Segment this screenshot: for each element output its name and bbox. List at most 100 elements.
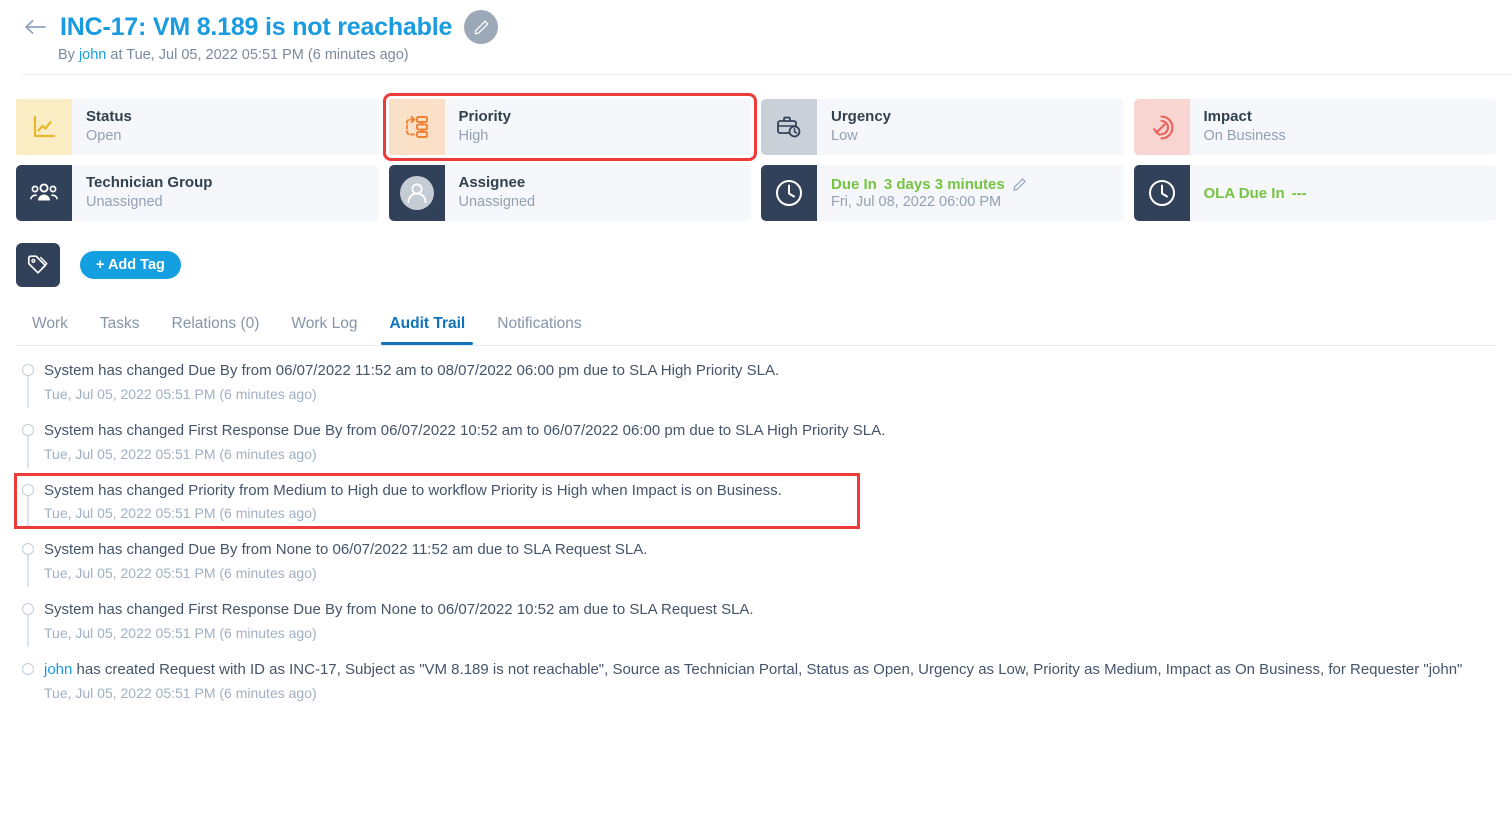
audit-entry-body: john has created Request with ID as INC-… [44, 659, 1496, 701]
card-priority-label: Priority [458, 108, 512, 126]
ola-due-in-value: --- [1291, 184, 1307, 202]
card-urgency[interactable]: Urgency Low [761, 99, 1124, 155]
audit-entry-body: System has changed First Response Due By… [44, 599, 1496, 641]
timeline-bullet-icon [22, 662, 34, 675]
audit-entry-user-link[interactable]: john [44, 661, 72, 678]
tab-work[interactable]: Work [16, 309, 84, 345]
tab-notifications[interactable]: Notifications [481, 309, 597, 345]
briefcase-clock-icon [761, 99, 817, 155]
card-priority-value: High [458, 127, 489, 144]
tab-relations[interactable]: Relations (0) [156, 309, 276, 345]
title-row: INC-17: VM 8.189 is not reachable [22, 10, 1512, 44]
arrow-left-icon[interactable] [22, 14, 48, 40]
audit-bullet-col [16, 480, 44, 528]
card-impact-value: On Business [1203, 127, 1286, 144]
audit-entry: john has created Request with ID as INC-… [16, 659, 1496, 701]
audit-bullet-col [16, 659, 44, 701]
property-card-row-1: Status Open Priority High Urgency Low Im… [16, 93, 1496, 161]
page-header: INC-17: VM 8.189 is not reachable By joh… [0, 0, 1512, 85]
card-priority[interactable]: Priority High [382, 93, 757, 161]
due-in-edit-pencil-icon[interactable] [1012, 177, 1027, 192]
card-priority-body: Priority High [445, 99, 512, 155]
meta-prefix: By [58, 47, 79, 63]
card-ola-due-in-body: OLA Due In --- [1190, 165, 1307, 221]
card-technician-group-label: Technician Group [86, 174, 213, 192]
card-assignee[interactable]: Assignee Unassigned [388, 165, 751, 221]
audit-entry-time: Tue, Jul 05, 2022 05:51 PM (6 minutes ag… [44, 624, 317, 641]
audit-entry-text: has created Request with ID as INC-17, S… [72, 660, 1463, 678]
page-title[interactable]: INC-17: VM 8.189 is not reachable [60, 13, 452, 42]
timeline-connector [27, 491, 29, 528]
add-tag-button[interactable]: + Add Tag [80, 251, 181, 279]
ola-due-in-line: OLA Due In --- [1204, 185, 1307, 202]
card-status-label: Status [86, 108, 132, 126]
due-in-label: Due In [831, 176, 877, 193]
timeline-bullet-icon [22, 364, 34, 376]
audit-entry-text: System has changed First Response Due By… [44, 421, 886, 439]
due-in-value: 3 days 3 minutes [883, 176, 1005, 193]
tab-tasks[interactable]: Tasks [84, 309, 156, 345]
clock-icon [761, 165, 817, 221]
card-ola-due-in[interactable]: OLA Due In --- [1133, 165, 1496, 221]
audit-entry-time: Tue, Jul 05, 2022 05:51 PM (6 minutes ag… [44, 385, 317, 402]
card-status-body: Status Open [72, 99, 132, 155]
card-impact-label: Impact [1203, 108, 1252, 126]
timeline-connector [27, 431, 29, 468]
due-in-line: Due In 3 days 3 minutes [831, 176, 1027, 193]
timeline-bullet-icon [22, 603, 34, 615]
audit-entry-text: System has changed Due By from 06/07/202… [44, 362, 780, 379]
card-technician-group-body: Technician Group Unassigned [72, 165, 212, 221]
users-group-icon [16, 165, 72, 221]
tab-work-log[interactable]: Work Log [275, 309, 373, 345]
ola-due-in-label: OLA Due In [1203, 184, 1285, 202]
timeline-bullet-icon [22, 423, 34, 436]
card-due-in-body: Due In 3 days 3 minutes Fri, Jul 08, 202… [817, 165, 1027, 221]
timeline-connector [27, 611, 29, 647]
property-card-row-2: Technician Group Unassigned Assignee Una… [16, 165, 1496, 221]
card-impact-body: Impact On Business [1190, 99, 1286, 155]
property-cards: Status Open Priority High Urgency Low Im… [0, 85, 1512, 221]
audit-entry-body: System has changed Due By from None to 0… [44, 539, 1496, 581]
audit-entry-body: System has changed Priority from Medium … [44, 480, 1496, 522]
card-technician-group[interactable]: Technician Group Unassigned [16, 165, 379, 221]
audit-entry: System has changed First Response Due By… [16, 420, 1496, 480]
clock-icon [1133, 165, 1190, 221]
audit-entry: System has changed Due By from None to 0… [16, 539, 1496, 599]
audit-entry-time: Tue, Jul 05, 2022 05:51 PM (6 minutes ag… [44, 445, 317, 462]
audit-trail-list: System has changed Due By from 06/07/202… [0, 346, 1512, 701]
audit-entry: System has changed Due By from 06/07/202… [16, 360, 1496, 420]
ticket-meta: By john at Tue, Jul 05, 2022 05:51 PM (6… [58, 47, 1512, 63]
workflow-icon [388, 99, 445, 155]
card-status[interactable]: Status Open [16, 99, 379, 155]
audit-entry-text: System has changed Priority from Medium … [44, 481, 782, 499]
card-urgency-body: Urgency Low [817, 99, 891, 155]
card-assignee-label: Assignee [458, 174, 526, 192]
audit-entry-body: System has changed First Response Due By… [44, 420, 1496, 462]
header-divider [22, 74, 1512, 75]
tab-audit-trail[interactable]: Audit Trail [373, 309, 481, 345]
card-due-in[interactable]: Due In 3 days 3 minutes Fri, Jul 08, 202… [761, 165, 1124, 221]
tags-icon [16, 243, 60, 287]
due-in-date: Fri, Jul 08, 2022 06:00 PM [831, 194, 1002, 210]
target-arrow-icon [1133, 99, 1190, 155]
tag-row: + Add Tag [0, 231, 1512, 287]
audit-entry-text: System has changed First Response Due By… [44, 601, 754, 618]
audit-entry-text: System has changed Due By from None to 0… [44, 541, 648, 559]
audit-bullet-col [16, 420, 44, 468]
card-urgency-value: Low [831, 127, 858, 144]
incident-detail-page: INC-17: VM 8.189 is not reachable By joh… [0, 0, 1512, 817]
card-assignee-body: Assignee Unassigned [445, 165, 536, 221]
card-status-value: Open [86, 127, 122, 144]
card-impact[interactable]: Impact On Business [1133, 99, 1496, 155]
card-assignee-value: Unassigned [458, 193, 536, 210]
audit-entry-highlighted: System has changed Priority from Medium … [14, 472, 1496, 540]
audit-entry-time: Tue, Jul 05, 2022 05:51 PM (6 minutes ag… [44, 505, 317, 522]
card-urgency-label: Urgency [831, 108, 892, 126]
audit-bullet-col [16, 539, 44, 587]
tab-bar: Work Tasks Relations (0) Work Log Audit … [0, 287, 1512, 345]
audit-entry-time: Tue, Jul 05, 2022 05:51 PM (6 minutes ag… [44, 565, 317, 581]
edit-title-button[interactable] [464, 10, 499, 44]
meta-user-link[interactable]: john [79, 47, 106, 63]
audit-entry-body: System has changed Due By from 06/07/202… [44, 360, 1496, 402]
meta-suffix: at Tue, Jul 05, 2022 05:51 PM (6 minutes… [106, 47, 409, 63]
